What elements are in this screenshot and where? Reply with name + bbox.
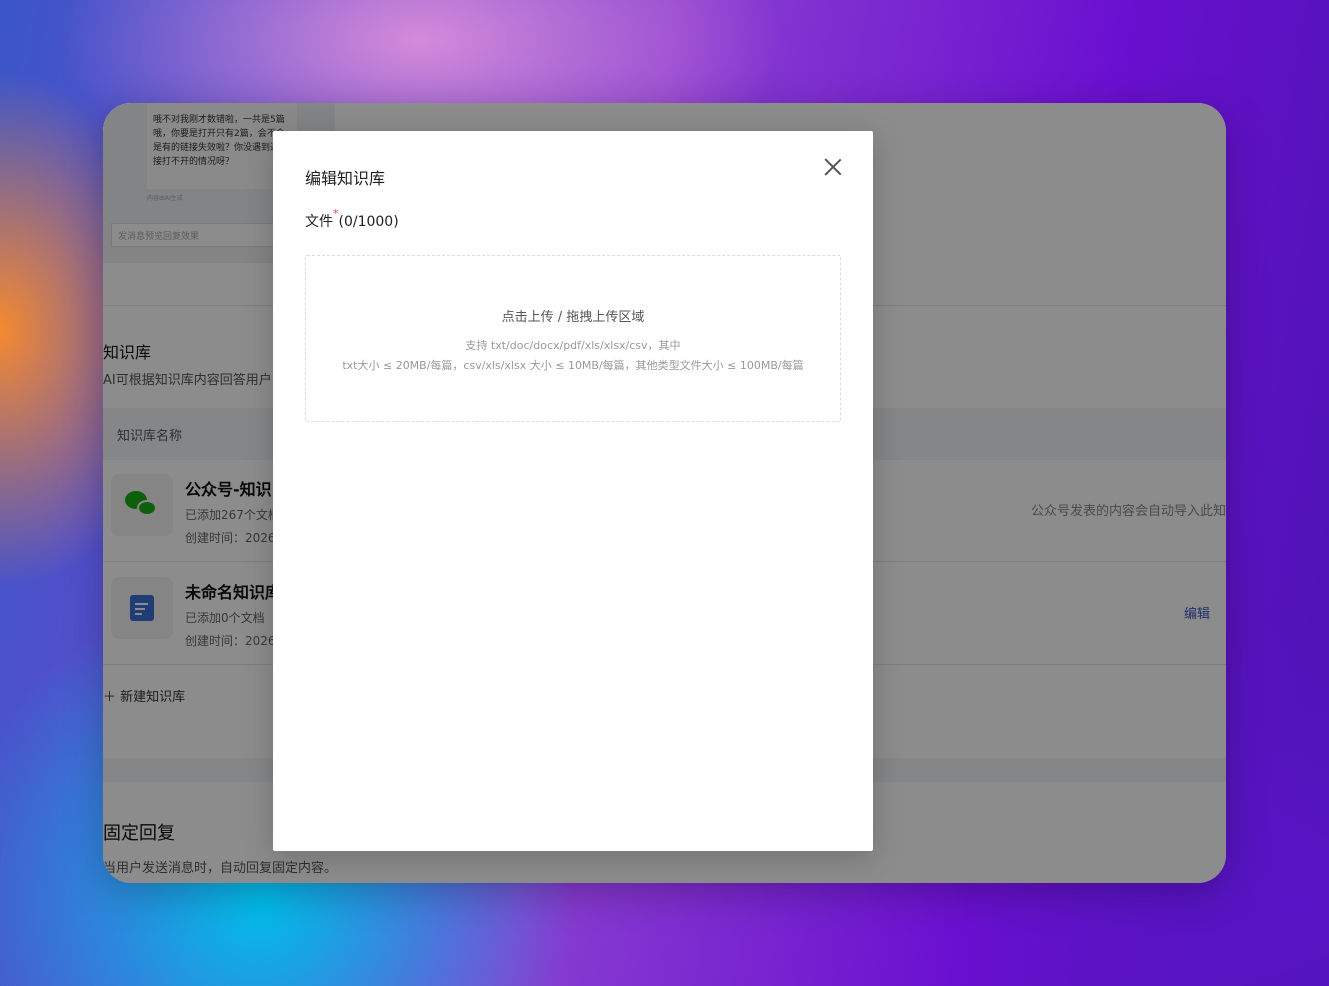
upload-prompt: 点击上传 / 拖拽上传区域 xyxy=(501,310,645,325)
edit-kb-modal: 编辑知识库 文件*(0/1000) 点击上传 / 拖拽上传区域 支持 txt/d… xyxy=(273,131,873,851)
upload-dropzone[interactable]: 点击上传 / 拖拽上传区域 支持 txt/doc/docx/pdf/xls/xl… xyxy=(305,255,841,422)
upload-size-limits: txt大小 ≤ 20MB/每篇，csv/xls/xlsx 大小 ≤ 10MB/每… xyxy=(342,359,804,372)
upload-formats: 支持 txt/doc/docx/pdf/xls/xlsx/csv，其中 xyxy=(465,339,681,352)
file-count: (0/1000) xyxy=(338,214,399,230)
file-label-text: 文件 xyxy=(305,214,333,230)
modal-title: 编辑知识库 xyxy=(305,169,386,188)
required-mark: * xyxy=(333,207,339,220)
close-icon[interactable] xyxy=(819,153,847,181)
file-field-label: 文件*(0/1000) xyxy=(305,207,399,231)
